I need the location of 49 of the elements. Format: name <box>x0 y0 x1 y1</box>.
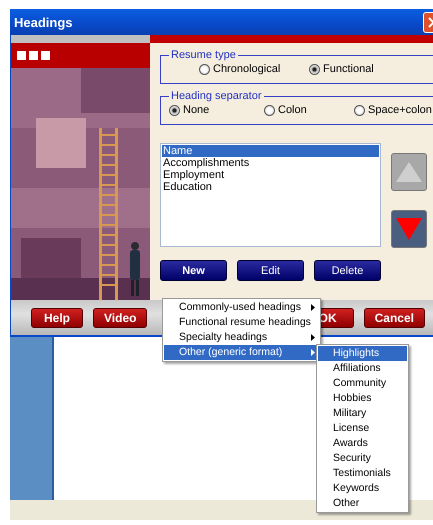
radio-button[interactable] <box>169 104 180 116</box>
menu-item[interactable]: Other <box>318 496 407 511</box>
radio-option[interactable]: None <box>169 104 264 116</box>
menu-item[interactable]: Affiliations <box>318 361 407 376</box>
headings-list[interactable]: Name Accomplishments Employment Education <box>160 143 381 247</box>
footer-button[interactable]: Cancel <box>364 308 425 328</box>
radio-option[interactable]: Chronological <box>199 63 309 75</box>
up-arrow-icon <box>395 161 423 183</box>
radio-label: Colon <box>278 104 307 116</box>
list-item[interactable]: Accomplishments <box>162 157 379 169</box>
list-item[interactable]: Name <box>162 145 379 157</box>
menu-item[interactable]: Military <box>318 406 407 421</box>
list-item[interactable]: Education <box>162 181 379 193</box>
group-title: Heading separator <box>170 90 263 102</box>
radio-label: None <box>183 104 210 116</box>
radio-label: Functional <box>323 63 374 75</box>
radio-option[interactable]: Functional <box>309 63 409 75</box>
menu-item[interactable]: License <box>318 421 407 436</box>
radio-option[interactable]: Colon <box>264 104 354 116</box>
menu-item[interactable]: Testimonials <box>318 466 407 481</box>
list-item[interactable]: Employment <box>162 169 379 181</box>
list-action-button[interactable]: Edit <box>237 260 304 281</box>
menu-item[interactable]: Community <box>318 376 407 391</box>
menu-item[interactable]: Specialty headings <box>164 330 319 345</box>
menu-item[interactable]: Security <box>318 451 407 466</box>
square-icon <box>17 51 26 60</box>
group-title: Resume type <box>170 49 237 61</box>
menu-item[interactable]: Keywords <box>318 481 407 496</box>
down-arrow-icon <box>395 217 423 241</box>
window-title: Headings <box>14 14 73 30</box>
menu-item[interactable]: Awards <box>318 436 407 451</box>
radio-option[interactable]: Space+colon <box>354 104 433 116</box>
radio-label: Space+colon <box>368 104 432 116</box>
square-icon <box>41 51 50 60</box>
radio-button[interactable] <box>354 104 365 116</box>
menu-item[interactable]: Other (generic format) <box>164 345 319 360</box>
footer-button[interactable]: Video <box>93 308 148 328</box>
square-icon <box>29 51 38 60</box>
radio-button[interactable] <box>199 64 210 74</box>
radio-button[interactable] <box>309 64 320 74</box>
menu-item[interactable]: Hobbies <box>318 391 407 406</box>
menu-item[interactable]: Highlights <box>318 346 407 361</box>
submenu-arrow-icon <box>311 304 315 311</box>
radio-button[interactable] <box>264 104 275 116</box>
list-action-button[interactable]: Delete <box>314 260 381 281</box>
radio-label: Chronological <box>213 63 280 75</box>
submenu-arrow-icon <box>311 334 315 341</box>
list-action-button[interactable]: New <box>160 260 227 281</box>
footer-button[interactable]: Help <box>31 308 83 328</box>
